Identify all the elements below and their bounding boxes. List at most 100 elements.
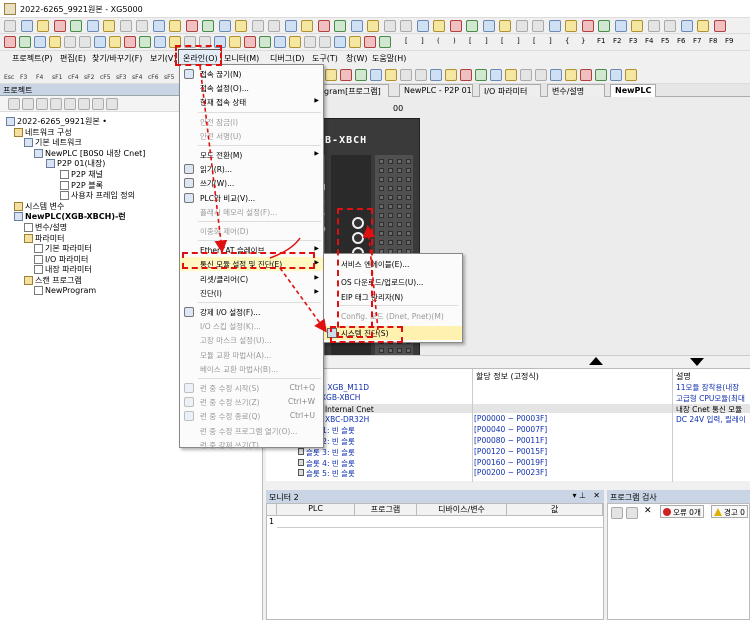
view-toolbar-icon[interactable] — [400, 69, 412, 81]
view-toolbar-icon[interactable] — [340, 69, 352, 81]
view-toolbar-icon[interactable] — [325, 69, 337, 81]
toolbar-button-icon[interactable] — [416, 20, 429, 32]
online-toolbar-icon[interactable] — [49, 36, 61, 48]
project-tree-item[interactable]: P2P 블록 — [60, 180, 103, 191]
ladder-key-button[interactable]: ] — [517, 37, 520, 45]
toolbar-button-icon[interactable] — [235, 20, 247, 32]
ladder-key-button[interactable]: F8 — [709, 37, 717, 45]
toolbar-button-icon[interactable] — [284, 20, 297, 32]
ladder-key-button[interactable]: F6 — [677, 37, 685, 45]
online-menu-item[interactable]: 진단(I) ▶ — [180, 286, 323, 300]
editor-tab[interactable]: NewPLC - P2P 01 — [399, 84, 473, 97]
view-toolbar-icon[interactable] — [595, 69, 607, 81]
view-toolbar-icon[interactable] — [580, 69, 592, 81]
ladder-key-button[interactable]: F5 — [661, 37, 669, 45]
project-tool-icon[interactable] — [92, 98, 104, 110]
toolbar-button-icon[interactable] — [548, 20, 561, 32]
toolbar-button-icon[interactable] — [449, 20, 462, 32]
toolbar-button-icon[interactable] — [383, 20, 396, 32]
toolbar-button-icon[interactable] — [713, 20, 726, 32]
toolbar-button-icon[interactable] — [268, 20, 280, 32]
toolbar-button-icon[interactable] — [433, 20, 445, 32]
table-row[interactable]: 스 0 : XGB_M11D 11모듈 장착용(내장 — [266, 382, 750, 392]
online-menu-item[interactable]: 현재 접속 상태 ▶ — [180, 95, 323, 109]
ladder-key-button[interactable]: F3 — [629, 37, 637, 45]
ladder-key-button[interactable]: [ — [533, 37, 536, 45]
toolbar-button-icon[interactable] — [697, 20, 709, 32]
project-tree-item[interactable]: 파라미터 — [24, 233, 64, 244]
online-menu-item[interactable]: 리셋/클리어(C) ▶ — [180, 272, 323, 286]
check-printer-icon[interactable] — [611, 507, 623, 519]
project-tool-icon[interactable] — [64, 98, 76, 110]
online-toolbar-icon[interactable] — [289, 36, 301, 48]
view-toolbar-icon[interactable] — [460, 69, 472, 81]
ladder-key-button[interactable]: [ — [405, 37, 408, 45]
view-toolbar-icon[interactable] — [520, 69, 532, 81]
ladder-key-button[interactable]: ] — [549, 37, 552, 45]
check-copy-icon[interactable] — [626, 507, 638, 519]
toolbar-button-icon[interactable] — [136, 20, 148, 32]
online-toolbar-icon[interactable] — [124, 36, 136, 48]
project-tree-item[interactable]: 변수/설명 — [24, 222, 67, 233]
splitter-up-icon[interactable] — [589, 357, 603, 365]
warning-count-button[interactable]: 경고 0 — [711, 505, 748, 518]
view-toolbar-icon[interactable] — [625, 69, 637, 81]
table-row[interactable]: 슬롯 3: 빈 슬롯 [P00120 ~ P0015F] — [266, 447, 750, 457]
toolbar-button-icon[interactable] — [53, 20, 66, 32]
ladder-element-button[interactable]: cF4 — [68, 74, 79, 81]
view-toolbar-icon[interactable] — [490, 69, 502, 81]
online-toolbar-icon[interactable] — [304, 36, 316, 48]
toolbar-button-icon[interactable] — [499, 20, 511, 32]
toolbar-button-icon[interactable] — [185, 20, 198, 32]
online-menu-item[interactable]: 쓰기(W)... — [180, 176, 323, 190]
project-tree-item[interactable]: NewPLC(XGB-XBCH)-런 — [14, 211, 126, 222]
toolbar-button-icon[interactable] — [515, 20, 528, 32]
toolbar-button-icon[interactable] — [103, 20, 115, 32]
toolbar-button-icon[interactable] — [350, 20, 363, 32]
online-toolbar-icon[interactable] — [4, 36, 16, 48]
online-toolbar-icon[interactable] — [319, 36, 331, 48]
toolbar-button-icon[interactable] — [70, 20, 82, 32]
ladder-key-button[interactable]: F9 — [725, 37, 733, 45]
project-tool-icon[interactable] — [78, 98, 90, 110]
view-toolbar-icon[interactable] — [415, 69, 427, 81]
online-menu-item[interactable]: 강제 I/O 설정(F)... — [180, 305, 323, 319]
online-toolbar-icon[interactable] — [229, 36, 241, 48]
toolbar-button-icon[interactable] — [169, 20, 181, 32]
toolbar-button-icon[interactable] — [631, 20, 643, 32]
toolbar-button-icon[interactable] — [20, 20, 33, 32]
ladder-key-button[interactable]: [ — [469, 37, 472, 45]
monitor-close-icon[interactable]: ✕ — [593, 491, 600, 500]
online-toolbar-icon[interactable] — [379, 36, 391, 48]
menu-item-1[interactable]: 편집(E) — [60, 53, 86, 64]
ladder-key-button[interactable]: F7 — [693, 37, 701, 45]
view-toolbar-icon[interactable] — [370, 69, 382, 81]
splitter-down-icon[interactable] — [690, 358, 704, 366]
toolbar-button-icon[interactable] — [317, 20, 330, 32]
ladder-key-button[interactable]: ( — [437, 37, 440, 45]
project-tree-item[interactable]: 기본 네트워크 — [24, 137, 82, 148]
check-clear-icon[interactable]: ✕ — [644, 506, 652, 516]
menu-item-2[interactable]: 찾기/바꾸기(F) — [92, 53, 142, 64]
project-tool-icon[interactable] — [106, 98, 118, 110]
toolbar-button-icon[interactable] — [482, 20, 495, 32]
online-menu-item[interactable]: PLC와 비교(V)... — [180, 191, 323, 205]
view-toolbar-icon[interactable] — [385, 69, 397, 81]
project-tree-item[interactable]: 기본 파라미터 — [34, 243, 92, 254]
project-tree-item[interactable]: NewPLC [B0S0 내장 Cnet] — [34, 148, 145, 159]
table-row[interactable]: 롯 0: Internal Cnet 내장 Cnet 통신 모듈 — [266, 403, 750, 414]
ladder-element-button[interactable]: cF5 — [100, 74, 111, 81]
ladder-key-button[interactable]: { — [565, 37, 569, 45]
project-tree-item[interactable]: NewProgram — [34, 285, 96, 295]
toolbar-button-icon[interactable] — [334, 20, 346, 32]
toolbar-button-icon[interactable] — [466, 20, 478, 32]
editor-tab[interactable]: I/O 파라미터 — [479, 84, 541, 97]
online-menu-item[interactable]: 모드 전환(M) ▶ — [180, 148, 323, 162]
view-toolbar-icon[interactable] — [505, 69, 517, 81]
menu-item-5[interactable]: 모니터(M) — [224, 53, 259, 64]
toolbar-button-icon[interactable] — [119, 20, 132, 32]
project-tree-item[interactable]: 스캔 프로그램 — [24, 275, 82, 286]
ladder-element-button[interactable]: F3 — [20, 74, 27, 81]
view-toolbar-icon[interactable] — [430, 69, 442, 81]
online-toolbar-icon[interactable] — [244, 36, 256, 48]
